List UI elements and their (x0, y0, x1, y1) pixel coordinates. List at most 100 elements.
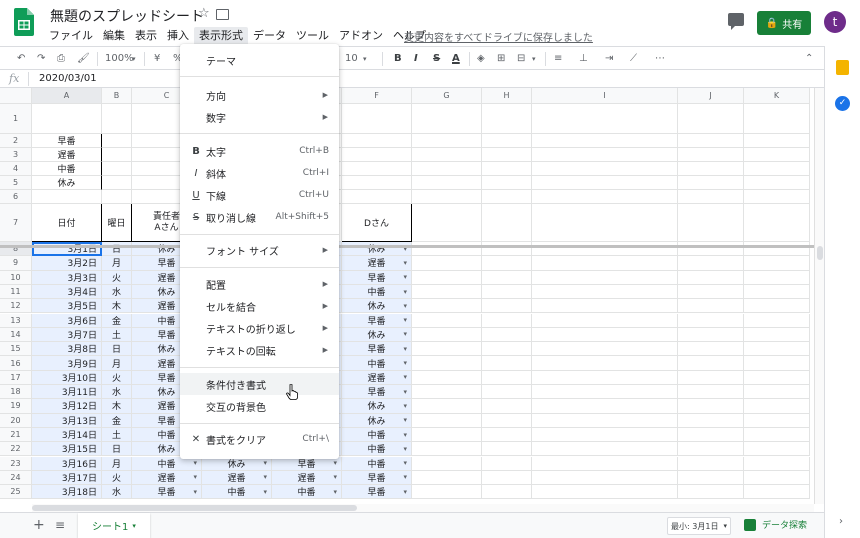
menu-6[interactable]: ツール (291, 27, 334, 45)
cell[interactable] (32, 190, 102, 204)
weekday-cell[interactable]: 金 (102, 413, 132, 428)
cell[interactable] (678, 427, 744, 443)
cell[interactable] (32, 104, 102, 134)
cell[interactable] (412, 299, 482, 314)
text-rotation-icon[interactable]: ⟋ (630, 51, 637, 67)
weekday-cell[interactable]: 木 (102, 399, 132, 414)
cell[interactable] (744, 442, 810, 457)
cell[interactable] (482, 413, 532, 428)
cell[interactable] (678, 413, 744, 428)
weekday-cell[interactable]: 水 (102, 485, 132, 500)
avatar[interactable]: t (824, 11, 846, 33)
date-cell[interactable]: 3月9日 (32, 356, 102, 371)
borders-icon[interactable]: ⊞ (497, 51, 505, 67)
row-header[interactable]: 4 (0, 162, 32, 176)
shift-select[interactable]: 中番 (342, 356, 412, 371)
date-cell[interactable]: 3月15日 (32, 442, 102, 457)
menu-item-2[interactable]: 数字 ▶ (180, 106, 339, 128)
cell[interactable] (412, 204, 482, 242)
cell[interactable] (412, 284, 482, 300)
cell[interactable] (102, 162, 132, 176)
column-header[interactable]: G (412, 88, 482, 104)
date-cell[interactable]: 3月7日 (32, 327, 102, 343)
cell[interactable] (482, 190, 532, 204)
cell[interactable] (678, 270, 744, 285)
row-header[interactable]: 19 (0, 399, 32, 414)
summary-select[interactable]: 最小: 3月1日 ▾ (667, 517, 731, 535)
cell[interactable] (482, 342, 532, 357)
cell[interactable] (412, 370, 482, 385)
row-header[interactable]: 13 (0, 313, 32, 328)
doc-title[interactable]: 無題のスプレッドシート (50, 6, 204, 26)
row-header[interactable]: 16 (0, 356, 32, 371)
star-icon[interactable]: ☆ (198, 6, 210, 21)
shift-select[interactable]: 休み (342, 299, 412, 314)
cell[interactable] (342, 104, 412, 134)
weekday-cell[interactable]: 日 (102, 342, 132, 357)
cell[interactable] (678, 385, 744, 400)
weekday-cell[interactable]: 月 (102, 356, 132, 371)
row-header[interactable]: 15 (0, 342, 32, 357)
cell[interactable] (678, 190, 744, 204)
menu-item-9[interactable]: セルを結合 ▶ (180, 295, 339, 317)
cell[interactable] (532, 176, 678, 190)
save-status-link[interactable]: 変更内容をすべてドライブに保存しました (404, 29, 593, 44)
shift-select[interactable]: 遅番 (132, 470, 202, 486)
cell[interactable] (482, 284, 532, 300)
date-cell[interactable]: 3月11日 (32, 385, 102, 400)
cell[interactable] (744, 284, 810, 300)
cell[interactable] (744, 356, 810, 371)
keep-icon[interactable] (836, 60, 849, 75)
cell[interactable] (532, 190, 678, 204)
cell[interactable] (482, 299, 532, 314)
cell[interactable] (412, 256, 482, 271)
cell[interactable] (532, 342, 678, 357)
date-cell[interactable]: 3月18日 (32, 485, 102, 500)
cell[interactable] (412, 442, 482, 457)
row-header[interactable]: 3 (0, 148, 32, 162)
cell[interactable] (744, 485, 810, 500)
cell[interactable] (102, 148, 132, 162)
date-cell[interactable]: 3月6日 (32, 313, 102, 328)
add-sheet-button[interactable]: + (33, 517, 45, 533)
menu-item-6[interactable]: S 取り消し線 Alt+Shift+5 (180, 206, 339, 228)
cell[interactable] (412, 413, 482, 428)
shift-select[interactable]: 早番 (342, 485, 412, 500)
cell[interactable] (678, 442, 744, 457)
comment-history-icon[interactable] (728, 13, 744, 30)
shift-select[interactable]: 休み (342, 399, 412, 414)
menu-item-12[interactable]: 条件付き書式 (180, 373, 339, 395)
weekday-cell[interactable]: 水 (102, 385, 132, 400)
cell[interactable] (412, 134, 482, 148)
cell[interactable] (482, 270, 532, 285)
scroll-thumb[interactable] (32, 505, 357, 511)
row-header[interactable]: 24 (0, 470, 32, 486)
cell[interactable] (744, 104, 810, 134)
text-color-button[interactable]: A (452, 51, 460, 67)
shift-select[interactable]: 中番 (342, 456, 412, 471)
spreadsheet-grid[interactable]: ABCDEFGHIJK12345678910111213141516171819… (0, 88, 814, 504)
date-cell[interactable]: 3月10日 (32, 370, 102, 385)
shift-select[interactable]: 中番 (342, 427, 412, 443)
cell[interactable] (482, 256, 532, 271)
cell[interactable] (532, 456, 678, 471)
menu-item-7[interactable]: フォント サイズ ▶ (180, 239, 339, 261)
sheet-tab[interactable]: シート1 ▾ (78, 513, 150, 538)
legend-cell[interactable]: 遅番 (32, 148, 102, 162)
cell[interactable] (678, 176, 744, 190)
cell[interactable] (678, 313, 744, 328)
menu-item-5[interactable]: U 下線 Ctrl+U (180, 184, 339, 206)
cell[interactable] (744, 370, 810, 385)
column-header[interactable]: I (532, 88, 678, 104)
row-header[interactable]: 22 (0, 442, 32, 457)
bold-button[interactable]: B (394, 51, 402, 67)
cell[interactable] (482, 176, 532, 190)
cell[interactable] (744, 270, 810, 285)
weekday-cell[interactable]: 火 (102, 270, 132, 285)
cell[interactable] (678, 284, 744, 300)
cell[interactable] (482, 313, 532, 328)
cell[interactable] (482, 204, 532, 242)
undo-icon[interactable]: ↶ (17, 51, 25, 67)
menu-item-0[interactable]: テーマ (180, 49, 339, 71)
column-header[interactable]: H (482, 88, 532, 104)
